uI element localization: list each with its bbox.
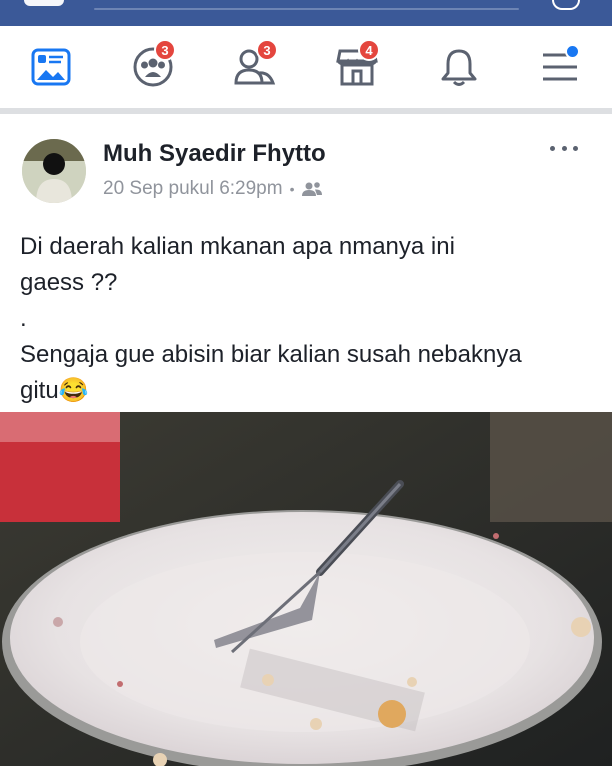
post-photo[interactable] <box>0 412 612 766</box>
navigation-bar: 3 3 4 <box>0 26 612 114</box>
marketplace-tab[interactable]: 4 <box>332 39 382 93</box>
post-line-4: Sengaja gue abisin biar kalian susah neb… <box>20 341 522 368</box>
post-line-3: . <box>20 305 27 332</box>
groups-badge: 3 <box>154 39 176 61</box>
notifications-tab[interactable] <box>434 41 484 93</box>
meta-separator: • <box>289 181 295 197</box>
post-text: Di daerah kalian mkanan apa nmanya ini g… <box>20 229 590 409</box>
friend-requests-badge: 3 <box>256 39 278 61</box>
marketplace-badge: 4 <box>358 39 380 61</box>
post-line-5: gitu😂 <box>20 373 590 409</box>
news-feed-icon <box>31 48 71 86</box>
empty-plate-image <box>0 412 612 766</box>
friend-requests-tab[interactable]: 3 <box>230 39 280 93</box>
privacy-friends-icon[interactable] <box>301 181 323 197</box>
messenger-icon[interactable] <box>552 0 580 10</box>
notifications-icon <box>441 49 477 86</box>
post-line-2: gaess ?? <box>20 269 118 296</box>
news-feed-tab[interactable] <box>26 41 76 93</box>
post-line-1: Di daerah kalian mkanan apa nmanya ini <box>20 233 455 260</box>
search-bar[interactable] <box>94 8 519 10</box>
menu-tab[interactable] <box>535 41 585 93</box>
post-line-5-text: gitu <box>20 377 59 404</box>
author-name[interactable]: Muh Syaedir Fhytto <box>103 140 326 168</box>
groups-tab[interactable]: 3 <box>128 39 178 93</box>
feed-post: Muh Syaedir Fhytto 20 Sep pukul 6:29pm •… <box>0 114 612 766</box>
camera-icon[interactable] <box>24 0 64 6</box>
laughing-emoji-icon: 😂 <box>58 377 89 404</box>
author-avatar[interactable] <box>22 139 86 203</box>
menu-notification-dot <box>565 44 580 59</box>
top-bar <box>0 0 612 26</box>
avatar-photo <box>22 139 86 203</box>
more-options-icon[interactable] <box>550 146 578 152</box>
post-meta: 20 Sep pukul 6:29pm • <box>103 178 323 200</box>
post-timestamp[interactable]: 20 Sep pukul 6:29pm <box>103 178 283 200</box>
